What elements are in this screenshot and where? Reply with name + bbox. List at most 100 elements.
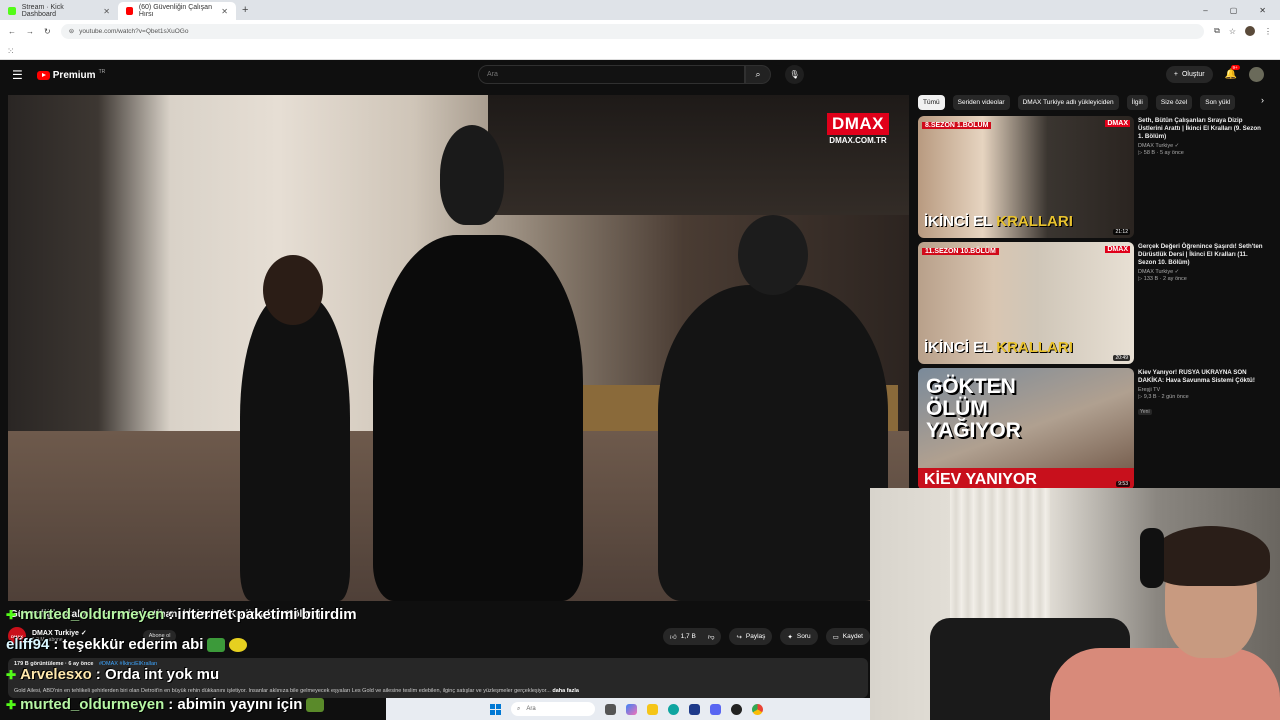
dmax-watermark: DMAX DMAX.COM.TR <box>826 113 889 145</box>
tab-title: (60) Güvenliğin Çalışan Hırsı <box>138 4 212 18</box>
copilot-icon[interactable] <box>626 703 637 715</box>
youtube-premium-logo[interactable]: Premium TR <box>36 69 106 81</box>
recommended-video[interactable]: 8.SEZON 1.BÖLÜM DMAX İKİNCİ EL KRALLARI … <box>918 116 1264 238</box>
video-thumbnail[interactable]: 8.SEZON 1.BÖLÜM DMAX İKİNCİ EL KRALLARI … <box>918 116 1134 238</box>
discord-icon[interactable] <box>710 703 721 715</box>
site-info-icon[interactable]: ⊜ <box>69 27 74 35</box>
chat-text: : internet paketimi bitirdim <box>168 606 357 623</box>
task-view-icon[interactable] <box>605 703 616 715</box>
thumbnail-line: ÖLÜM <box>926 397 988 421</box>
install-icon[interactable]: ⧉ <box>1214 26 1220 36</box>
windows-start-icon[interactable] <box>490 703 501 715</box>
chip-all[interactable]: Tümü <box>918 94 945 110</box>
thumbnail-dmax-logo: DMAX <box>1105 246 1130 253</box>
video-person-head <box>738 215 808 295</box>
chat-text: : teşekkür ederim abi <box>53 636 204 653</box>
recommended-video[interactable]: GÖKTEN ÖLÜM YAĞIYOR KİEV YANIYOR 9:53 Ki… <box>918 368 1264 490</box>
tab-title: Stream · Kick Dashboard <box>21 4 64 18</box>
like-button[interactable]: 👍︎ 1,7 B 👎︎ <box>662 628 722 645</box>
minimize-button[interactable]: – <box>1203 6 1207 15</box>
obs-icon[interactable] <box>731 703 742 715</box>
browser-tabbar: Stream · Kick Dashboard ✕ (60) Güvenliği… <box>0 0 1280 20</box>
thumbnail-title: İKİNCİ EL KRALLARI <box>924 339 1073 356</box>
edge-icon[interactable] <box>668 703 679 715</box>
gift-badge-icon: ✚ <box>6 667 17 682</box>
recommended-video[interactable]: 11.SEZON 10.BÖLÜM DMAX İKİNCİ EL KRALLAR… <box>918 242 1264 364</box>
chip-for-you[interactable]: Size özel <box>1155 94 1193 110</box>
thumbnail-title-b: KRALLARI <box>996 213 1073 230</box>
create-button[interactable]: + Oluştur <box>1165 66 1213 83</box>
bookmarks-bar: ⁙ <box>0 42 1280 60</box>
streamer-webcam <box>870 488 1280 720</box>
video-meta: ▷ 133 B · 2 ay önce <box>1138 276 1187 283</box>
browser-toolbar-right: ⧉ ☆ ⋮ <box>1214 26 1272 36</box>
chat-message: ✚ murted_oldurmeyen : internet paketimi … <box>6 606 357 623</box>
browser-tab-youtube[interactable]: (60) Güvenliğin Çalışan Hırsı ✕ <box>118 2 236 20</box>
video-title[interactable]: Kiev Yanıyor! RUSYA UKRAYNA SON DAKİKA: … <box>1138 369 1264 385</box>
youtube-favicon-icon <box>126 7 133 15</box>
chevron-right-icon[interactable]: › <box>1257 95 1264 105</box>
browser-tab-kick[interactable]: Stream · Kick Dashboard ✕ <box>0 2 118 20</box>
new-badge: Yeni <box>1138 409 1152 416</box>
search-input[interactable] <box>478 65 745 84</box>
channel-name[interactable]: DMAX Turkiye ✓ <box>1138 143 1264 149</box>
chat-message: ✚ Arvelesxo : Orda int yok mu <box>6 666 219 683</box>
reload-icon[interactable]: ↻ <box>44 27 51 36</box>
chat-message: ✚ murted_oldurmeyen : abimin yayını için <box>6 696 325 713</box>
search-button[interactable]: ⌕ <box>745 65 771 84</box>
chip-series[interactable]: Seriden videolar <box>952 94 1010 110</box>
show-more-link[interactable]: daha fazla <box>552 688 579 694</box>
video-thumbnail[interactable]: 11.SEZON 10.BÖLÜM DMAX İKİNCİ EL KRALLAR… <box>918 242 1134 364</box>
video-duration: 9:53 <box>1116 481 1130 487</box>
video-player[interactable]: DMAX DMAX.COM.TR <box>8 95 909 601</box>
back-icon[interactable]: ← <box>8 27 16 36</box>
close-window-button[interactable]: ✕ <box>1259 6 1266 15</box>
apps-grid-icon[interactable]: ⁙ <box>7 46 15 57</box>
notifications-button[interactable]: 🔔 9+ <box>1225 65 1240 80</box>
store-icon[interactable] <box>689 703 700 715</box>
webcam-person-shirt <box>1050 648 1280 720</box>
omnibox[interactable]: ⊜ youtube.com/watch?v=Qbet1sXuOGo <box>60 23 1205 39</box>
taskbar-search[interactable]: ⌕ Ara <box>511 702 595 716</box>
save-button[interactable]: ▭ Kaydet <box>825 628 870 645</box>
frog-emote-icon <box>207 637 226 652</box>
channel-name[interactable]: DMAX Turkiye ✓ <box>1138 269 1264 275</box>
file-explorer-icon[interactable] <box>647 703 658 715</box>
share-icon: ↪ <box>736 633 742 641</box>
share-button[interactable]: ↪ Paylaş <box>729 628 773 645</box>
ask-button[interactable]: ✦ Soru <box>780 628 818 645</box>
chip-uploader[interactable]: DMAX Turkiye adlı yükleyiciden <box>1017 94 1119 110</box>
ask-label: Soru <box>796 633 811 640</box>
window-controls: – ▢ ✕ <box>1203 6 1280 15</box>
create-label: Oluştur <box>1181 71 1205 78</box>
related-filter-chips: Tümü Seriden videolar DMAX Turkiye adlı … <box>918 94 1264 110</box>
thumbs-down-icon[interactable]: 👎︎ <box>708 633 715 641</box>
forward-icon[interactable]: → <box>26 27 34 36</box>
url-text: youtube.com/watch?v=Qbet1sXuOGo <box>79 27 189 35</box>
browser-menu-icon[interactable]: ⋮ <box>1264 27 1272 36</box>
close-tab-icon[interactable]: ✕ <box>103 7 110 16</box>
stream-chat-overlay: ✚ murted_oldurmeyen : internet paketimi … <box>0 604 386 718</box>
video-duration: 21:12 <box>1113 229 1130 235</box>
chip-related[interactable]: İlgili <box>1126 94 1148 110</box>
video-meta: ▷ 58 B · 5 ay önce <box>1138 150 1184 157</box>
maximize-button[interactable]: ▢ <box>1230 6 1238 15</box>
bookmark-star-icon[interactable]: ☆ <box>1229 27 1236 36</box>
video-title[interactable]: Gerçek Değeri Öğrenince Şaşırdı! Seth'te… <box>1138 243 1264 267</box>
chrome-icon[interactable] <box>752 703 763 715</box>
close-tab-icon[interactable]: ✕ <box>221 7 228 16</box>
thumbnail-dmax-logo: DMAX <box>1105 120 1130 127</box>
hamburger-menu-icon[interactable]: ☰ <box>12 68 23 82</box>
video-thumbnail[interactable]: GÖKTEN ÖLÜM YAĞIYOR KİEV YANIYOR 9:53 <box>918 368 1134 490</box>
thumbnail-season: 8.SEZON 1.BÖLÜM <box>922 122 992 129</box>
chip-recent[interactable]: Son yükl <box>1200 94 1236 110</box>
profile-avatar[interactable] <box>1245 26 1255 36</box>
like-count: 1,7 B <box>680 633 696 640</box>
logo-country: TR <box>98 69 106 75</box>
account-avatar[interactable] <box>1249 67 1264 82</box>
channel-name[interactable]: Ereşji TV <box>1138 387 1264 393</box>
video-title[interactable]: Seth, Bütün Çalışanları Sıraya Dizip Üst… <box>1138 117 1264 141</box>
address-bar-row: ← → ↻ ⊜ youtube.com/watch?v=Qbet1sXuOGo … <box>0 20 1280 42</box>
new-tab-button[interactable]: + <box>242 4 248 16</box>
voice-search-button[interactable]: 🎙 <box>785 65 804 84</box>
